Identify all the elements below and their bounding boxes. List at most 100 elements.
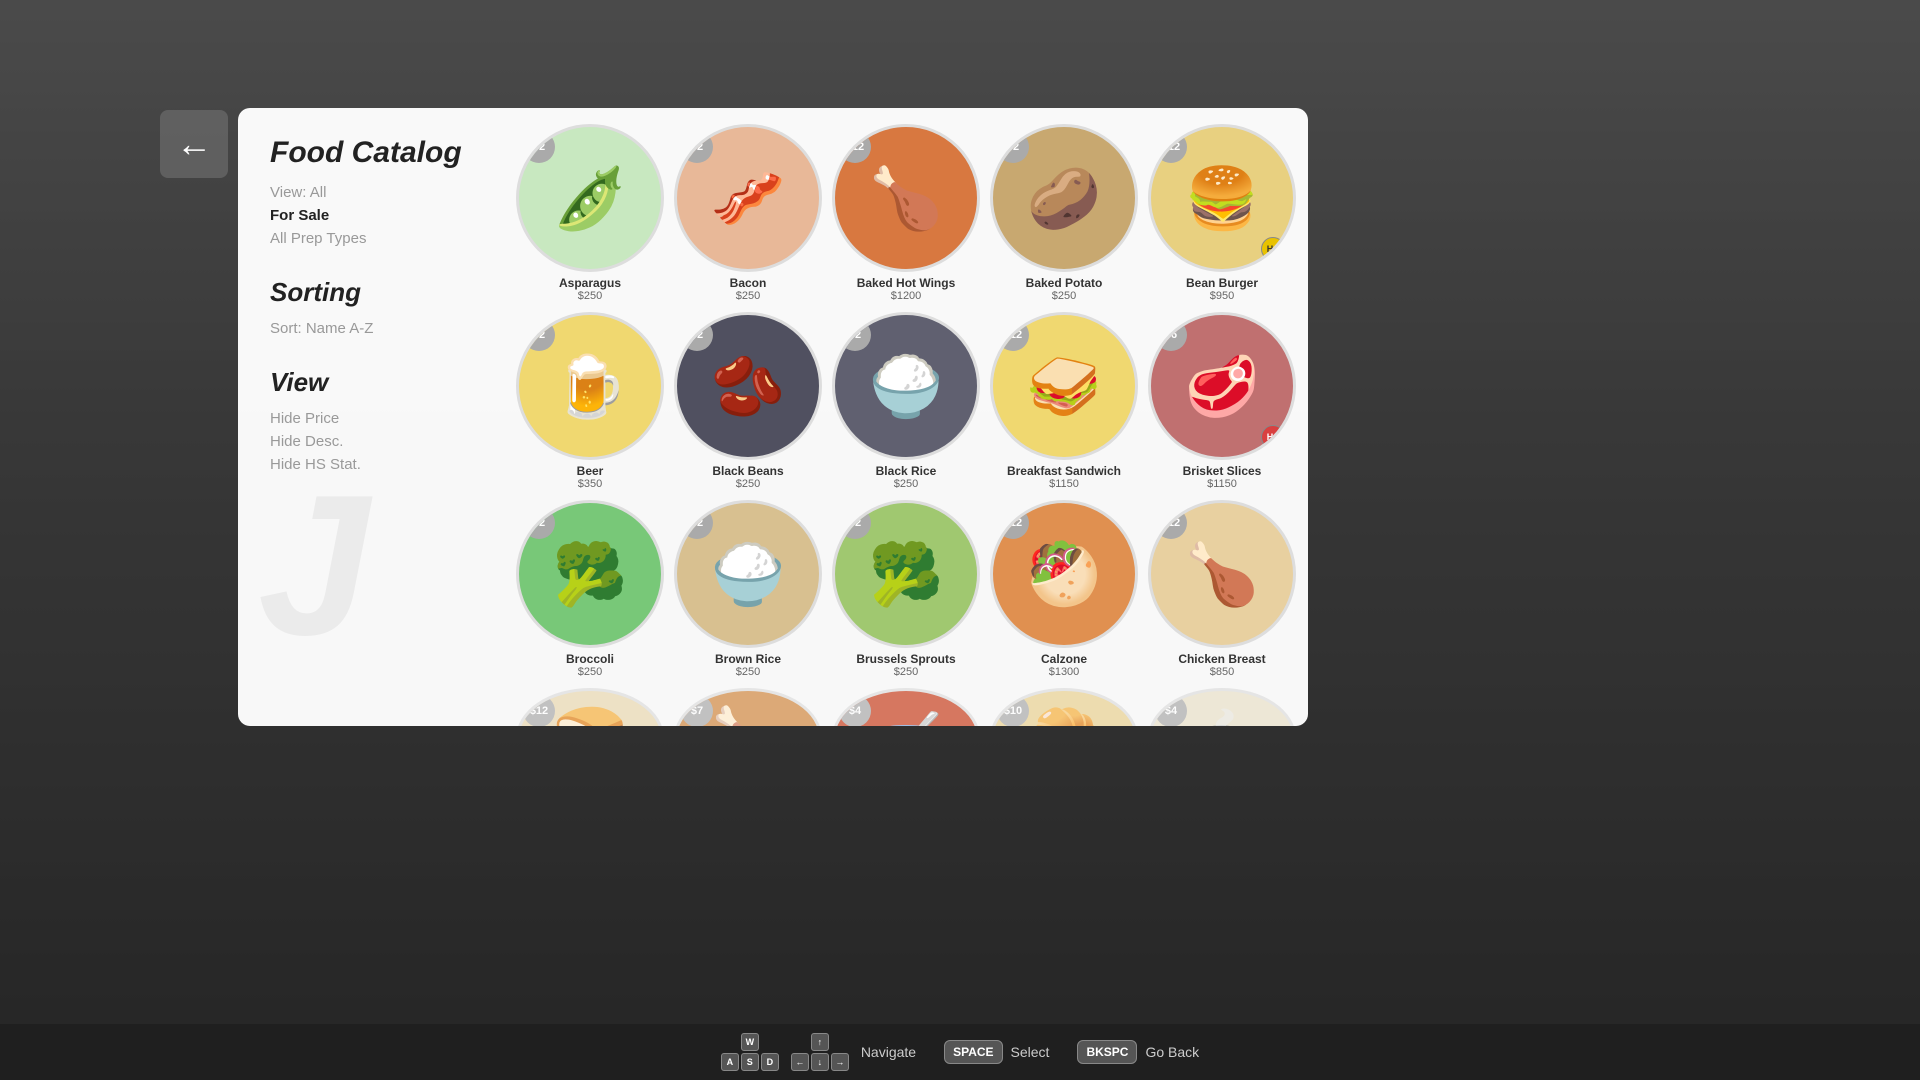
food-name: Broccoli [566,652,614,666]
sorting-title: Sorting [270,277,480,308]
filter-view-all[interactable]: View: All [270,184,480,201]
price-badge: $4 [839,695,871,726]
food-item-black-beans[interactable]: $2 🫘 Black Beans $250 [674,312,822,490]
food-item-beer[interactable]: $2 🍺 Beer $350 [516,312,664,490]
food-price: $250 [894,478,918,490]
food-circle: $2 🍚 [832,312,980,460]
price-badge: $10 [997,695,1029,726]
w-key: W [741,1033,759,1051]
food-item-ciabatta-roll[interactable]: $12 🍞 HS Ciabatta Roll ??? [516,688,664,726]
food-circle: $2 🫛 [516,124,664,272]
view-hide-price[interactable]: Hide Price [270,410,480,427]
food-icon: 🥓 [711,163,786,234]
back-button[interactable]: ← [160,110,228,178]
sort-option[interactable]: Sort: Name A-Z [270,320,480,337]
food-name: Brussels Sprouts [856,652,955,666]
down-key: ↓ [811,1053,829,1071]
left-key: ← [791,1053,809,1071]
food-item-calzone[interactable]: $12 🥙 Calzone $1300 [990,500,1138,678]
food-item-brown-rice[interactable]: $2 🍚 Brown Rice $250 [674,500,822,678]
food-price: $1200 [891,290,922,302]
food-circle: $7 🍗 HS [674,688,822,726]
food-item-black-rice[interactable]: $2 🍚 Black Rice $250 [832,312,980,490]
food-circle: $2 🥔 [990,124,1138,272]
back-group: BKSPC Go Back [1077,1040,1199,1064]
food-price: $250 [736,478,760,490]
food-circle: $2 🥓 [674,124,822,272]
space-key: SPACE [944,1040,1002,1064]
food-circle: $2 🍺 [516,312,664,460]
filter-for-sale[interactable]: For Sale [270,207,480,224]
food-grid: $2 🫛 Asparagus $250 $2 🥓 Bacon $250 $12 … [516,124,1292,726]
food-item-baked-potato[interactable]: $2 🥔 Baked Potato $250 [990,124,1138,302]
food-icon: 🍚 [711,539,786,610]
filter-all-prep[interactable]: All Prep Types [270,230,480,247]
food-item-clam-chowder[interactable]: $4 🍲 HS Clam Chowder ??? [1148,688,1296,726]
food-item-bacon[interactable]: $2 🥓 Bacon $250 [674,124,822,302]
food-price: $250 [578,666,602,678]
food-item-chili[interactable]: $4 🥣 HS Chili ??? [832,688,980,726]
food-price: $950 [1210,290,1234,302]
food-item-asparagus[interactable]: $2 🫛 Asparagus $250 [516,124,664,302]
price-badge: $7 [681,695,713,726]
price-badge: $2 [681,507,713,539]
price-badge: $2 [523,507,555,539]
food-item-baked-hot-wings[interactable]: $12 🍗 Baked Hot Wings $1200 [832,124,980,302]
view-hide-desc[interactable]: Hide Desc. [270,433,480,450]
food-icon: 🥦 [869,539,944,610]
food-icon: 🥦 [553,539,628,610]
food-name: Calzone [1041,652,1087,666]
food-icon: 🍗 [869,163,944,234]
price-badge: $2 [997,131,1029,163]
food-price: $1300 [1049,666,1080,678]
food-item-breakfast-sandwich[interactable]: $12 🥪 Breakfast Sandwich $1150 [990,312,1138,490]
food-name: Baked Hot Wings [857,276,956,290]
food-circle: $4 🥣 HS [832,688,980,726]
food-icon: 🥪 [1027,351,1102,422]
food-circle: $2 🫘 [674,312,822,460]
hs-badge: HS [1261,425,1285,449]
food-price: $250 [736,290,760,302]
price-badge: $6 [1155,319,1187,351]
food-icon: 🥣 [869,703,944,727]
food-icon: 🍔 [1185,163,1260,234]
food-icon: 🥐 [1027,703,1102,727]
food-price: $850 [1210,666,1234,678]
food-item-brisket-slices[interactable]: $6 🥩 HS Brisket Slices $1150 [1148,312,1296,490]
food-icon: 🍗 [711,703,786,727]
price-badge: $12 [1155,507,1187,539]
view-title: View [270,367,480,398]
food-price: $250 [736,666,760,678]
food-icon: 🫛 [553,163,628,234]
food-name: Black Rice [876,464,937,478]
watermark: J [258,466,369,666]
food-circle: $2 🥦 [832,500,980,648]
food-item-brussels-sprouts[interactable]: $2 🥦 Brussels Sprouts $250 [832,500,980,678]
food-item-broccoli[interactable]: $2 🥦 Broccoli $250 [516,500,664,678]
food-name: Black Beans [712,464,783,478]
food-price: $1150 [1207,478,1237,490]
price-badge: $2 [681,319,713,351]
food-item-chicken-breast[interactable]: $12 🍗 Chicken Breast $850 [1148,500,1296,678]
price-badge: $2 [839,319,871,351]
food-price: $350 [578,478,602,490]
food-item-chicken-wing[interactable]: $7 🍗 HS Chicken Wing ??? [674,688,822,726]
price-badge: $12 [523,695,555,726]
food-name: Chicken Breast [1178,652,1265,666]
food-icon: 🍚 [869,351,944,422]
a-key: A [721,1053,739,1071]
view-hide-hs[interactable]: Hide HS Stat. [270,456,480,473]
price-badge: $12 [997,507,1029,539]
price-badge: $12 [839,131,871,163]
up-key: ↑ [811,1033,829,1051]
s-key: S [741,1053,759,1071]
food-icon: 🥔 [1027,163,1102,234]
food-price: $250 [1052,290,1076,302]
food-name: Brown Rice [715,652,781,666]
food-icon: 🍗 [1185,539,1260,610]
food-item-croissant[interactable]: $10 🥐 HS Croissant ??? [990,688,1138,726]
food-circle: $2 🥦 [516,500,664,648]
food-item-bean-burger[interactable]: $12 🍔 HS Bean Burger $950 [1148,124,1296,302]
food-circle: $4 🍲 HS [1148,688,1296,726]
select-group: SPACE Select [944,1040,1049,1064]
